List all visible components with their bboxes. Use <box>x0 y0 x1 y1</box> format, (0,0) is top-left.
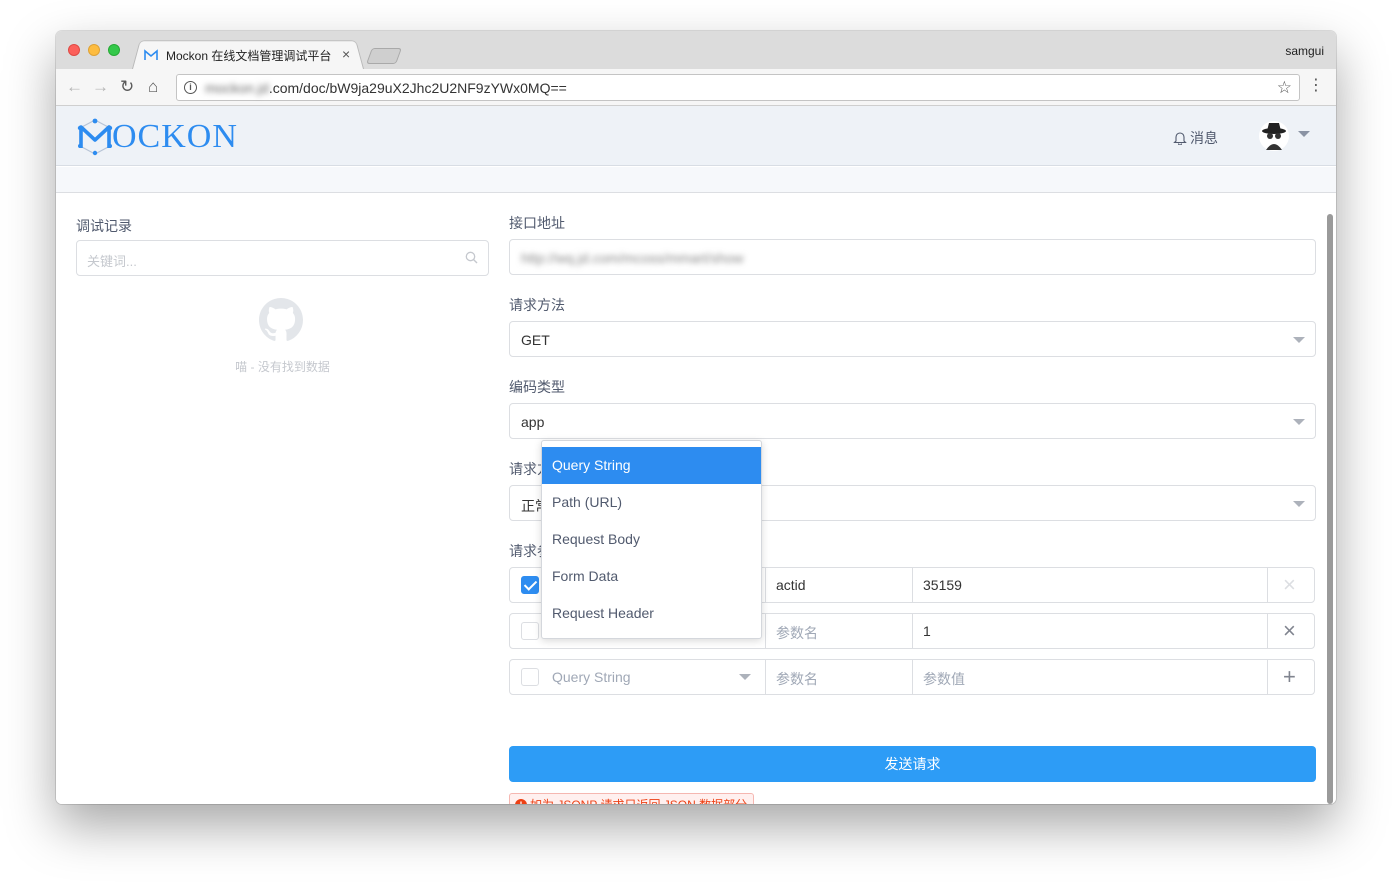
search-icon[interactable] <box>465 251 478 264</box>
param-value-input[interactable]: 1 <box>913 614 1268 648</box>
chevron-down-icon <box>1293 501 1305 507</box>
param-name-input[interactable]: actid <box>766 568 913 602</box>
param-name-value: actid <box>776 577 806 593</box>
scrollbar-thumb[interactable] <box>1327 214 1333 804</box>
home-icon[interactable]: ⌂ <box>148 77 158 97</box>
forward-icon[interactable]: → <box>92 77 109 97</box>
method-field-label: 请求方法 <box>509 297 565 313</box>
close-icon: × <box>1283 572 1296 597</box>
site-info-icon[interactable]: i <box>184 81 197 94</box>
logo-m-icon <box>77 118 113 156</box>
address-bar[interactable]: i mockon.jd.com/doc/bW9ja29uX2Jhc2U2NF9z… <box>176 74 1300 101</box>
sub-header-bar <box>56 167 1336 193</box>
tab-close-icon[interactable]: × <box>342 46 350 62</box>
plus-icon: + <box>1283 664 1296 689</box>
param-type-select[interactable]: Query String <box>510 660 766 694</box>
send-request-button[interactable]: 发送请求 <box>509 746 1316 782</box>
browser-menu-icon[interactable]: ⋮ <box>1308 76 1324 96</box>
new-tab-button[interactable] <box>366 48 402 64</box>
param-name-input[interactable]: 参数名 <box>766 660 913 694</box>
param-value-input[interactable]: 35159 <box>913 568 1268 602</box>
browser-tab-content[interactable]: Mockon 在线文档管理调试平台 × <box>144 45 364 65</box>
url-input-value: http://wq.jd.com/mcoss/mmart/show <box>521 250 744 266</box>
tab-title: Mockon 在线文档管理调试平台 <box>166 48 332 63</box>
avatar[interactable] <box>1258 120 1290 152</box>
param-name-input[interactable]: 参数名 <box>766 614 913 648</box>
browser-toolbar: ← → ↻ ⌂ i mockon.jd.com/doc/bW9ja29uX2Jh… <box>56 69 1336 106</box>
mockon-favicon-icon <box>144 49 158 60</box>
encoding-select-value: app <box>521 414 545 430</box>
jsonp-tip-text: 如为 JSONP 请求只返回 JSON 数据部分 <box>530 796 747 804</box>
minimize-window-button[interactable] <box>88 44 100 56</box>
chevron-down-icon <box>1293 419 1305 425</box>
history-search-input[interactable]: 关键词... <box>76 240 489 276</box>
tab-bar: Mockon 在线文档管理调试平台 × samgui <box>56 31 1336 69</box>
remove-param-button[interactable]: × <box>1268 614 1314 648</box>
chevron-down-icon <box>739 674 751 680</box>
notifications-link[interactable]: 消息 <box>1173 128 1218 148</box>
history-title: 调试记录 <box>76 218 132 234</box>
param-enabled-checkbox[interactable] <box>521 622 539 640</box>
back-icon[interactable]: ← <box>66 77 83 97</box>
dropdown-option-request-body[interactable]: Request Body <box>542 521 761 558</box>
method-select-value: GET <box>521 332 550 348</box>
encoding-select[interactable]: app <box>509 403 1316 439</box>
remove-param-button[interactable]: × <box>1268 568 1314 602</box>
method-select[interactable]: GET <box>509 321 1316 357</box>
dropdown-option-query-string[interactable]: Query String <box>542 447 761 484</box>
dropdown-option-path-url[interactable]: Path (URL) <box>542 484 761 521</box>
bookmark-star-icon[interactable]: ☆ <box>1277 78 1292 98</box>
param-type-dropdown: Query String Path (URL) Request Body For… <box>541 440 762 639</box>
spy-avatar-icon <box>1259 121 1289 151</box>
url-host-blurred: mockon.jd <box>205 80 269 96</box>
param-value-input[interactable]: 参数值 <box>913 660 1268 694</box>
zoom-window-button[interactable] <box>108 44 120 56</box>
history-empty-text: 喵 - 没有找到数据 <box>235 360 330 374</box>
logo-text: OCKON <box>112 118 238 155</box>
param-value-value: 35159 <box>923 577 962 593</box>
reload-icon[interactable]: ↻ <box>120 77 134 97</box>
close-icon: × <box>1283 618 1296 643</box>
github-icon <box>259 298 303 341</box>
avatar-menu-caret-icon[interactable] <box>1298 131 1310 137</box>
browser-window: Mockon 在线文档管理调试平台 × samgui ← → ↻ ⌂ i moc… <box>56 31 1336 804</box>
url-field-label: 接口地址 <box>509 215 565 231</box>
notifications-label: 消息 <box>1190 130 1218 146</box>
jsonp-tip: ! 如为 JSONP 请求只返回 JSON 数据部分 <box>509 793 755 804</box>
main-content: 调试记录 关键词... 喵 - 没有找到数据 接口地址 http://wq.jd… <box>56 193 1336 804</box>
param-value-placeholder: 参数值 <box>923 671 965 687</box>
param-value-value: 1 <box>923 623 931 639</box>
profile-name[interactable]: samgui <box>1285 44 1324 58</box>
bell-icon <box>1173 132 1187 145</box>
app-header: OCKON 消息 <box>56 106 1336 166</box>
param-type-value: Query String <box>552 669 631 685</box>
param-name-placeholder: 参数名 <box>776 625 818 641</box>
encoding-field-label: 编码类型 <box>509 379 565 395</box>
close-window-button[interactable] <box>68 44 80 56</box>
url-path: .com/doc/bW9ja29uX2Jhc2U2NF9zYWx0MQ== <box>268 80 567 96</box>
dropdown-option-form-data[interactable]: Form Data <box>542 558 761 595</box>
add-param-button[interactable]: + <box>1268 660 1314 694</box>
param-row: Query String 参数名 参数值 + <box>509 659 1315 695</box>
chevron-down-icon <box>1293 337 1305 343</box>
url-input[interactable]: http://wq.jd.com/mcoss/mmart/show <box>509 239 1316 275</box>
url-text: mockon.jd.com/doc/bW9ja29uX2Jhc2U2NF9zYW… <box>205 80 567 96</box>
param-enabled-checkbox[interactable] <box>521 668 539 686</box>
param-enabled-checkbox[interactable] <box>521 576 539 594</box>
warning-icon: ! <box>515 798 527 804</box>
param-name-placeholder: 参数名 <box>776 671 818 687</box>
dropdown-option-request-header[interactable]: Request Header <box>542 595 761 632</box>
history-search-placeholder: 关键词... <box>87 254 137 269</box>
mockon-logo[interactable]: OCKON <box>76 118 238 156</box>
